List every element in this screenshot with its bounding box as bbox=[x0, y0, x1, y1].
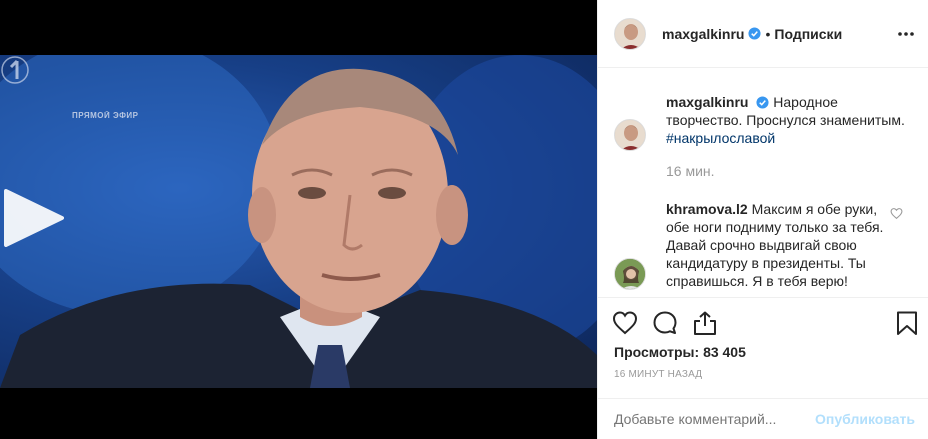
avatar-image bbox=[615, 120, 645, 150]
post-sidebar: maxgalkinru • Подписки maxgalkinru Народ… bbox=[597, 0, 928, 439]
avatar-image bbox=[615, 259, 645, 289]
bookmark-icon[interactable] bbox=[894, 310, 920, 336]
heart-icon[interactable] bbox=[612, 310, 638, 336]
caption-avatar[interactable] bbox=[614, 119, 646, 151]
post-header: maxgalkinru • Подписки bbox=[598, 0, 928, 68]
comment-text: khramova.l2 Максим я обе руки, обе ноги … bbox=[666, 200, 884, 290]
posted-time[interactable]: 16 МИНУТ НАЗАД bbox=[614, 369, 702, 380]
views-value: 83 405 bbox=[703, 344, 746, 360]
comment-icon[interactable] bbox=[652, 310, 678, 336]
caption-time: 16 мин. bbox=[666, 163, 715, 179]
views-count: Просмотры: 83 405 bbox=[614, 344, 746, 360]
play-icon[interactable] bbox=[0, 185, 66, 251]
views-label: Просмотры: bbox=[614, 344, 700, 360]
avatar[interactable] bbox=[614, 17, 646, 50]
more-icon[interactable] bbox=[897, 26, 915, 42]
caption-username[interactable]: maxgalkinru bbox=[666, 94, 748, 110]
verified-badge-icon bbox=[748, 27, 762, 40]
channel-one-logo bbox=[1, 56, 29, 84]
avatar-image bbox=[615, 18, 645, 49]
caption-text: maxgalkinru Народное творчество. Проснул… bbox=[666, 93, 910, 147]
verified-badge-icon bbox=[756, 96, 769, 109]
comment-username[interactable]: khramova.l2 bbox=[666, 201, 748, 217]
share-icon[interactable] bbox=[692, 310, 718, 336]
action-bar bbox=[598, 297, 928, 342]
add-comment-bar: Опубликовать bbox=[598, 398, 928, 439]
comment-input[interactable] bbox=[614, 411, 814, 427]
following-button[interactable]: Подписки bbox=[774, 26, 842, 42]
comments-list[interactable]: maxgalkinru Народное творчество. Проснул… bbox=[598, 69, 928, 297]
video-panel[interactable]: ПРЯМОЙ ЭФИР bbox=[0, 0, 597, 439]
publish-button[interactable]: Опубликовать bbox=[815, 411, 915, 427]
separator-dot: • bbox=[765, 25, 771, 42]
live-label: ПРЯМОЙ ЭФИР bbox=[72, 111, 139, 120]
header-username[interactable]: maxgalkinru bbox=[662, 26, 744, 42]
comment-like-icon[interactable] bbox=[890, 207, 903, 220]
video-frame[interactable]: ПРЯМОЙ ЭФИР bbox=[0, 55, 597, 388]
video-still bbox=[0, 55, 597, 388]
comment-avatar[interactable] bbox=[614, 258, 646, 290]
hashtag-link[interactable]: #накрылославой bbox=[666, 130, 775, 146]
